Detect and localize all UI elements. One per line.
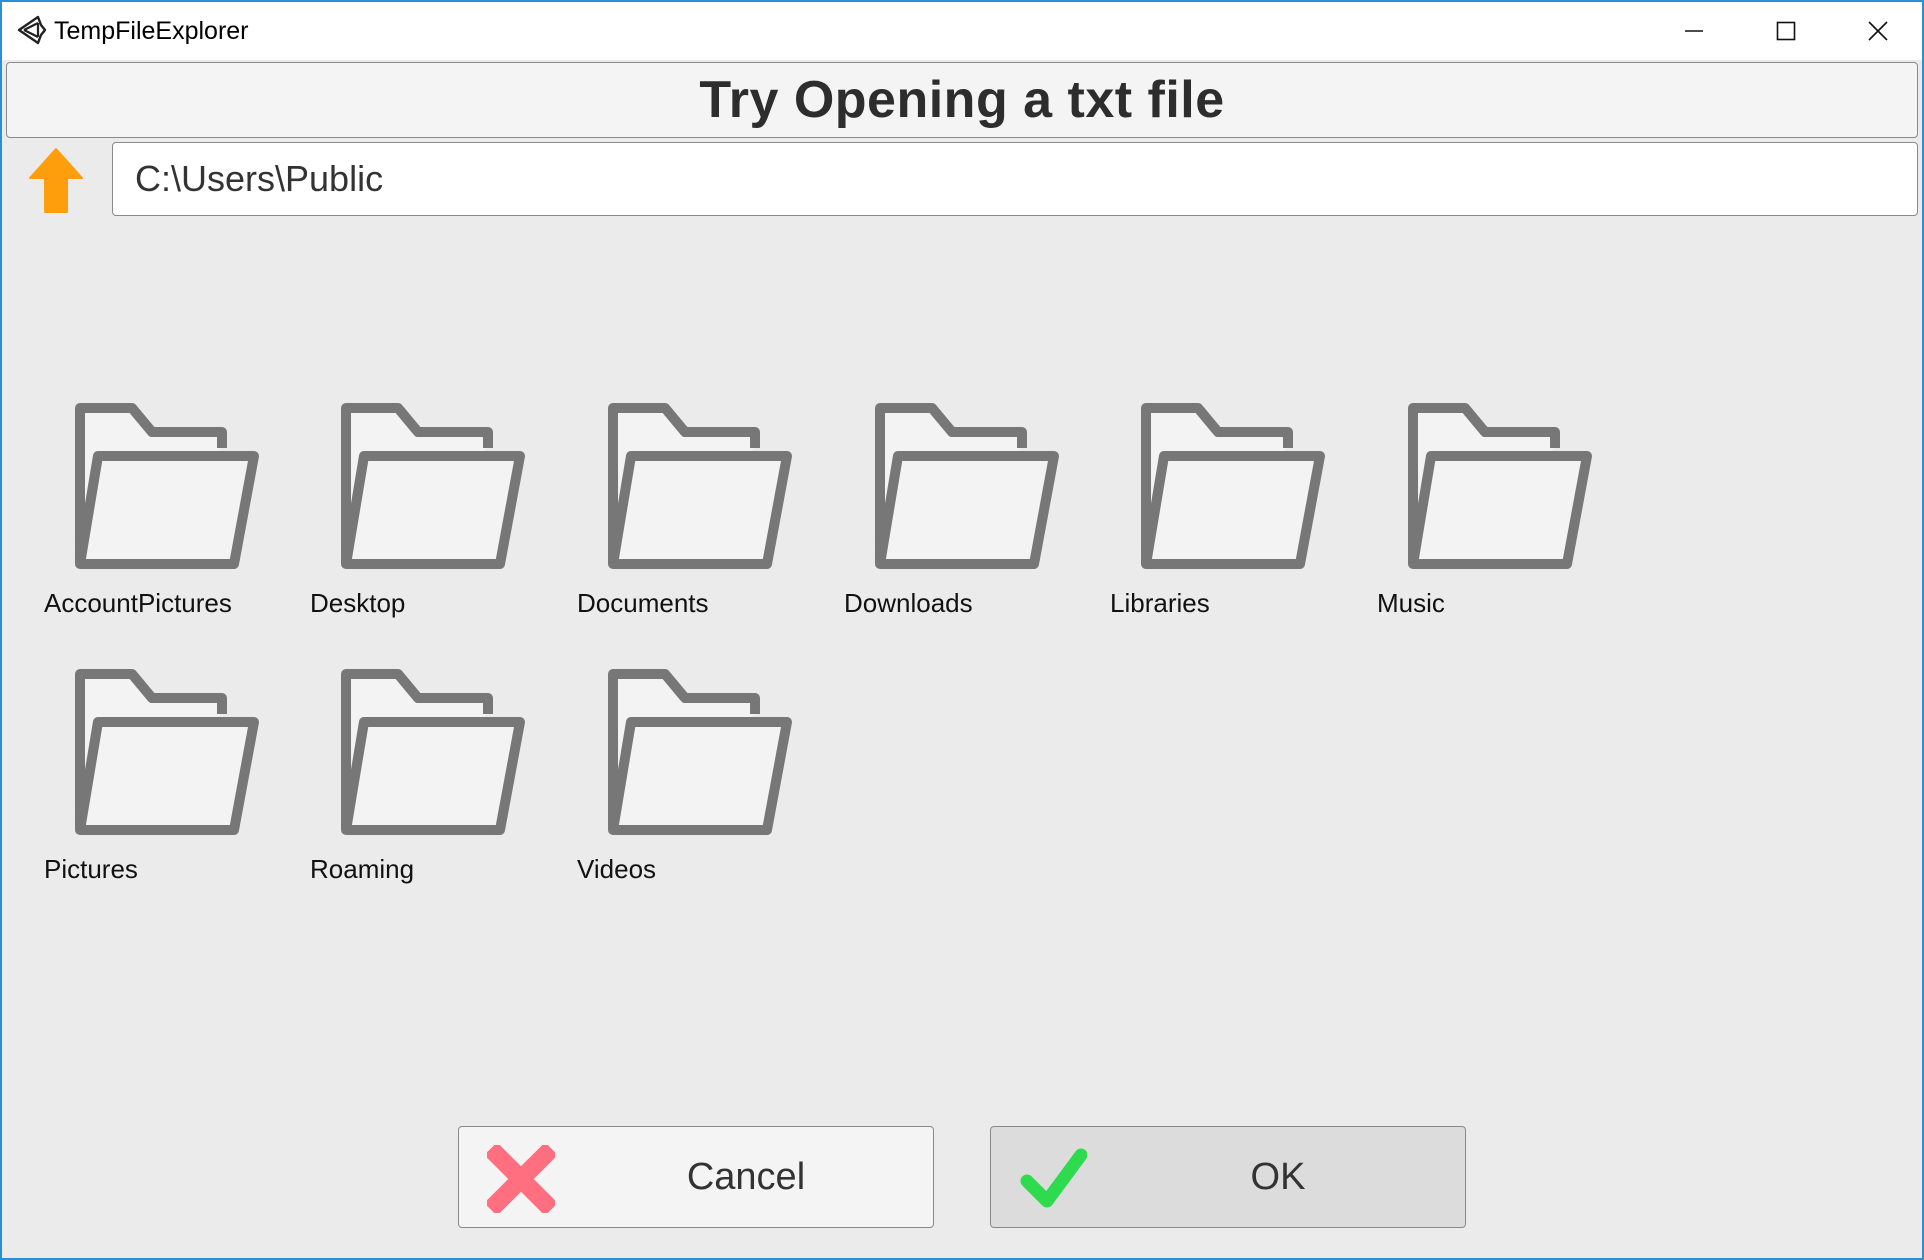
close-button[interactable] [1832, 2, 1922, 60]
folder-label: Libraries [1110, 588, 1210, 618]
maximize-button[interactable] [1740, 2, 1832, 60]
checkmark-icon [1020, 1148, 1087, 1208]
ok-label: OK [1250, 1155, 1306, 1198]
folder-icon [75, 403, 259, 569]
folder-item[interactable]: AccountPictures [32, 392, 282, 632]
folder-item[interactable]: Videos [565, 658, 815, 898]
title-bar[interactable]: TempFileExplorer [2, 2, 1922, 60]
folder-item[interactable]: Music [1365, 392, 1615, 632]
folder-label: Music [1377, 588, 1445, 618]
folder-item[interactable]: Desktop [298, 392, 548, 632]
folder-label: Documents [577, 588, 709, 618]
folder-icon [608, 403, 792, 569]
header-banner: Try Opening a txt file [6, 62, 1918, 138]
folder-item[interactable]: Documents [565, 392, 815, 632]
path-input[interactable] [112, 142, 1918, 216]
app-window: TempFileExplorer Try Opening a txt file [0, 0, 1924, 1260]
maximize-icon [1776, 21, 1796, 41]
unity-logo-icon [17, 15, 47, 45]
folder-label: Pictures [44, 854, 138, 884]
folder-icon [341, 403, 525, 569]
folder-item[interactable]: Roaming [298, 658, 548, 898]
cancel-button[interactable]: Cancel [458, 1126, 934, 1228]
folder-item[interactable]: Pictures [32, 658, 282, 898]
cancel-label: Cancel [686, 1155, 806, 1198]
minimize-icon [1685, 30, 1703, 32]
folder-label: Downloads [844, 588, 973, 618]
folder-item[interactable]: Libraries [1098, 392, 1348, 632]
folder-item[interactable]: Downloads [832, 392, 1082, 632]
folder-icon [1408, 403, 1592, 569]
up-directory-button[interactable] [26, 146, 86, 216]
folder-icon [341, 669, 525, 835]
arrow-up-icon [29, 148, 83, 213]
folder-label: Roaming [310, 854, 415, 884]
folder-label: Desktop [310, 588, 406, 618]
folder-icon [75, 669, 259, 835]
window-title: TempFileExplorer [54, 17, 249, 45]
folder-label: AccountPictures [44, 588, 232, 618]
folder-icon [1141, 403, 1325, 569]
folder-icon [875, 403, 1059, 569]
ok-button[interactable]: OK [990, 1126, 1466, 1228]
folder-label: Videos [577, 854, 657, 884]
cancel-x-icon [487, 1145, 555, 1213]
close-icon [1868, 21, 1888, 41]
folder-icon [608, 669, 792, 835]
page-title: Try Opening a txt file [699, 71, 1225, 129]
folder-grid: AccountPictures Desktop Documents Downlo… [32, 392, 1632, 952]
minimize-button[interactable] [1648, 2, 1740, 60]
